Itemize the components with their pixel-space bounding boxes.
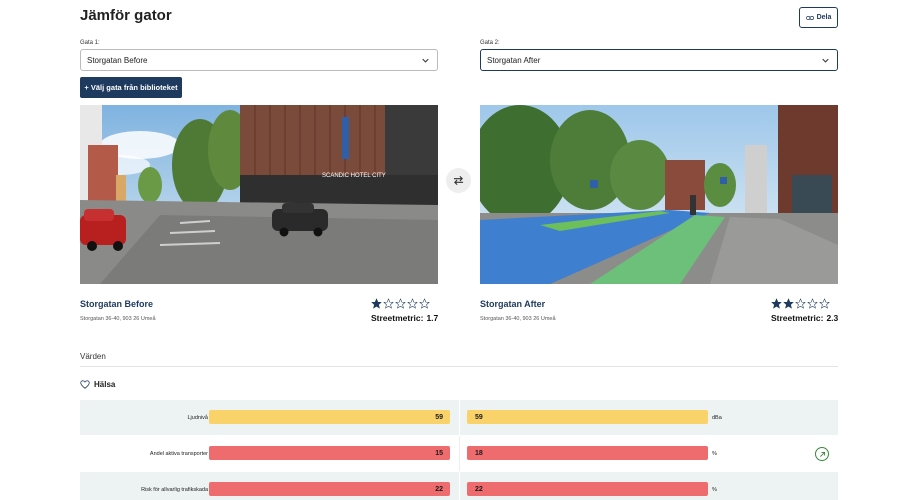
share-label: Dela: [816, 14, 832, 21]
street-photo-after: [480, 105, 838, 284]
chevron-down-icon: [422, 58, 429, 63]
metric-row-traffic-injury: Risk för allvarlig trafikskada 22 22 %: [80, 472, 838, 500]
street-address-after: Storgatan 36-40, 903 26 Umeå: [480, 316, 556, 322]
bar-before: 59: [209, 410, 450, 424]
trend-up-button[interactable]: [815, 447, 829, 461]
star-filled-icon: [771, 298, 782, 309]
rating-stars-after: [771, 298, 830, 309]
street1-value: Storgatan Before: [87, 55, 148, 65]
bar-value: 59: [435, 413, 443, 421]
swap-streets-button[interactable]: [446, 168, 471, 193]
row-separator: [459, 400, 460, 435]
category-label: Hälsa: [94, 380, 116, 389]
metric-row-noise: Ljudnivå 59 59 dBa: [80, 400, 838, 435]
star-empty-icon: [395, 298, 406, 309]
star-empty-icon: [807, 298, 818, 309]
streetmetric-label: Streetmetric:: [771, 313, 824, 323]
streetmetric-value: 1.7: [426, 313, 439, 323]
street-address-before: Storgatan 36-40, 903 26 Umeå: [80, 316, 156, 322]
choose-from-library-button[interactable]: + Välj gata från biblioteket: [80, 77, 182, 98]
streetmetric-before: Streetmetric: 1.7: [371, 313, 438, 323]
metric-label: Risk för allvarlig trafikskada: [141, 486, 208, 493]
street-name-after: Storgatan After: [480, 299, 546, 309]
metric-unit: %: [712, 486, 717, 493]
bar-before: 22: [209, 482, 450, 496]
chevron-down-icon: [822, 58, 829, 63]
streetmetric-label: Streetmetric:: [371, 313, 424, 323]
star-empty-icon: [407, 298, 418, 309]
bar-after: 59: [467, 410, 708, 424]
star-filled-icon: [371, 298, 382, 309]
metric-label: Ljudnivå: [187, 414, 209, 421]
metric-unit: dBa: [712, 414, 722, 421]
page-title: Jämför gator: [80, 7, 172, 24]
star-empty-icon: [795, 298, 806, 309]
streetmetric-value: 2.3: [826, 313, 839, 323]
street2-label: Gata 2:: [480, 40, 500, 46]
metric-label: Andel aktiva transporter: [149, 450, 208, 457]
bar-value: 18: [475, 449, 483, 457]
metric-row-active-transport: Andel aktiva transporter 15 18 %: [80, 436, 838, 471]
section-divider: [80, 366, 838, 367]
bar-after: 22: [467, 482, 708, 496]
rating-stars-before: [371, 298, 430, 309]
street1-select[interactable]: Storgatan Before: [80, 49, 438, 71]
bar-after: 18: [467, 446, 708, 460]
streetmetric-after: Streetmetric: 2.3: [771, 313, 838, 323]
link-icon: [805, 15, 814, 20]
street-name-before: Storgatan Before: [80, 299, 154, 309]
row-separator: [459, 472, 460, 500]
star-empty-icon: [419, 298, 430, 309]
street-photo-before: SCANDIC HOTEL CITY: [80, 105, 438, 284]
bar-value: 15: [435, 449, 443, 457]
category-health[interactable]: Hälsa: [80, 380, 115, 389]
metric-unit: %: [712, 450, 717, 457]
bar-before: 15: [209, 446, 450, 460]
values-heading: Värden: [80, 352, 106, 361]
street1-label: Gata 1:: [80, 40, 100, 46]
bar-value: 22: [435, 485, 443, 493]
bar-value: 59: [475, 413, 483, 421]
star-empty-icon: [383, 298, 394, 309]
hotel-sign: SCANDIC HOTEL CITY: [322, 173, 386, 179]
star-filled-icon: [783, 298, 794, 309]
heart-icon: [80, 380, 90, 389]
row-separator: [459, 436, 460, 471]
star-empty-icon: [819, 298, 830, 309]
street2-select[interactable]: Storgatan After: [480, 49, 838, 71]
swap-arrows-icon: [453, 175, 464, 186]
street2-value: Storgatan After: [487, 55, 541, 65]
arrow-up-right-icon: [819, 451, 825, 457]
share-button[interactable]: Dela: [799, 7, 838, 28]
bar-value: 22: [475, 485, 483, 493]
